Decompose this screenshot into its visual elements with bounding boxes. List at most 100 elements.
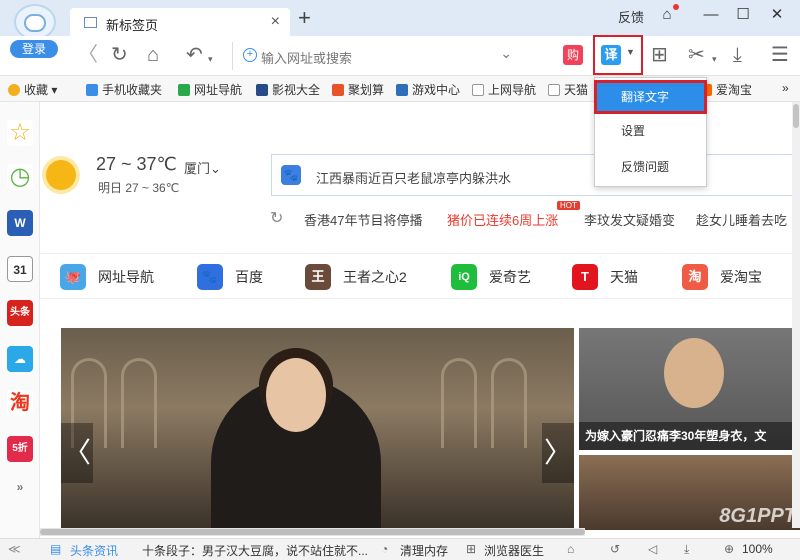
notification-dot: [673, 4, 679, 10]
clear-memory-button[interactable]: 清理内存: [400, 542, 448, 559]
headline-text[interactable]: 十条段子：男子汉大豆腐，说不站住就不...: [142, 542, 368, 559]
status-bar: ≪ ▤ 头条资讯 十条段子：男子汉大豆腐，说不站住就不... ◔ 清理内存 ⊞ …: [0, 538, 800, 560]
undo-dropdown-icon[interactable]: ▾: [208, 48, 213, 70]
news-item[interactable]: 趁女儿睡着去吃: [696, 210, 787, 229]
logo-face-icon: [24, 14, 46, 32]
mobile-icon: [86, 84, 98, 96]
browser-logo: [14, 4, 56, 40]
menu-item-settings[interactable]: 设置: [595, 116, 706, 146]
volume-icon[interactable]: ◁: [648, 542, 657, 556]
history-clock-icon[interactable]: ◷: [7, 164, 33, 190]
favorite-star-icon[interactable]: ☆: [7, 120, 33, 146]
discount-icon[interactable]: 5折: [7, 436, 33, 462]
bookmark-shangwang[interactable]: 上网导航: [472, 81, 536, 98]
bookmark-favorites[interactable]: 收藏 ▾: [8, 81, 57, 98]
maximize-button[interactable]: ☐: [730, 4, 756, 28]
baidu-paw-icon: 🐾: [281, 165, 301, 185]
scissors-icon[interactable]: ✂: [688, 44, 705, 66]
weather-cloud-icon[interactable]: ☁: [7, 346, 33, 372]
browser-doctor-button[interactable]: 浏览器医生: [484, 542, 544, 559]
search-hint[interactable]: 江西暴雨近百只老鼠凉亭内躲洪水: [316, 168, 511, 187]
navigation-bar: 〈 ↻ ⌂ ↶ ▾ + 输入网址或搜索 ⌄ 购 ⊞ ✂ ▾ ⤓ ☰: [0, 36, 800, 76]
bookmark-nav[interactable]: 网址导航: [178, 81, 242, 98]
bookmark-juhuasuan[interactable]: 聚划算: [332, 81, 384, 98]
octopus-icon: 🐙: [60, 264, 86, 290]
address-dropdown-icon[interactable]: ⌄: [500, 45, 512, 62]
tomorrow-forecast: 明日 27 ~ 36℃: [98, 181, 180, 195]
address-placeholder[interactable]: 输入网址或搜索: [261, 48, 352, 67]
hero-carousel-image[interactable]: 〈 〉: [61, 328, 574, 528]
bookmark-games[interactable]: 游戏中心: [396, 81, 460, 98]
side-news-caption[interactable]: 为嫁入豪门忍痛李30年塑身衣，文: [579, 422, 800, 450]
address-bar[interactable]: + 输入网址或搜索 ⌄: [232, 42, 522, 70]
download-status-icon[interactable]: ⤓: [684, 542, 689, 557]
tab-new-tab[interactable]: 新标签页 ×: [70, 8, 290, 38]
city-selector[interactable]: 厦门⌄: [184, 158, 221, 177]
minimize-button[interactable]: —: [698, 4, 724, 28]
rotate-icon[interactable]: ↺: [610, 542, 620, 556]
word-icon[interactable]: W: [7, 210, 33, 236]
sidebar-more-icon[interactable]: »: [7, 474, 33, 500]
person-face: [266, 358, 326, 432]
zoom-icon[interactable]: ⊕: [724, 542, 734, 556]
bank-icon[interactable]: ⌂: [567, 542, 574, 556]
carousel-next-button[interactable]: 〉: [542, 423, 574, 483]
collapse-icon[interactable]: ≪: [8, 542, 21, 556]
news-item-hot[interactable]: 猪价已连续6周上涨: [447, 210, 558, 229]
calendar-icon[interactable]: 31: [7, 256, 33, 282]
bookmark-mobile[interactable]: 手机收藏夹: [86, 81, 162, 98]
vertical-scrollbar[interactable]: [792, 102, 800, 528]
scissors-dropdown-icon[interactable]: ▾: [712, 48, 717, 70]
side-news-image[interactable]: 为嫁入豪门忍痛李30年塑身衣，文: [579, 328, 800, 450]
taobao-sidebar-icon[interactable]: 淘: [7, 390, 33, 416]
apps-icon[interactable]: ⊞: [651, 44, 668, 66]
scrollbar-thumb[interactable]: [793, 104, 799, 128]
tab-title: 新标签页: [106, 18, 159, 33]
background-arch: [121, 358, 157, 448]
translate-icon[interactable]: 译: [601, 45, 621, 65]
person-face: [664, 338, 724, 408]
sun-icon: [46, 160, 76, 190]
back-button[interactable]: 〈: [78, 44, 98, 66]
zoom-level[interactable]: 100%: [742, 542, 773, 556]
horizontal-scrollbar[interactable]: [40, 528, 585, 536]
bookmark-aitaobao[interactable]: 爱淘宝: [700, 81, 752, 98]
new-tab-button[interactable]: +: [298, 7, 311, 29]
translate-menu: 翻译文字 设置 反馈问题: [594, 77, 707, 187]
temperature[interactable]: 27 ~ 37℃: [96, 154, 177, 175]
translate-button[interactable]: 译 ▼: [593, 35, 643, 75]
scrollbar-thumb[interactable]: [40, 529, 585, 535]
page-icon: [548, 84, 560, 96]
bookmark-videos[interactable]: 影视大全: [256, 81, 320, 98]
download-icon[interactable]: ⤓: [733, 44, 742, 66]
background-arch: [491, 358, 527, 448]
menu-icon[interactable]: ☰: [771, 44, 789, 66]
undo-button[interactable]: ↶: [186, 44, 203, 66]
hot-badge: HOT: [557, 201, 580, 210]
shop-icon[interactable]: 购: [563, 45, 583, 65]
translate-dropdown-icon[interactable]: ▼: [626, 47, 635, 57]
news-item[interactable]: 李玟发文疑婚变: [584, 210, 675, 229]
page-icon: [472, 84, 484, 96]
toutiao-icon[interactable]: 头条: [7, 300, 33, 326]
headline-label[interactable]: 头条资讯: [70, 542, 118, 559]
tab-close-icon[interactable]: ×: [271, 13, 280, 31]
news-item[interactable]: 香港47年节目将停播: [304, 210, 422, 229]
search-box[interactable]: 🐾 江西暴雨近百只老鼠凉亭内躲洪水: [271, 154, 800, 196]
home-button[interactable]: ⌂: [147, 44, 159, 66]
side-news-image-2[interactable]: 8G1PPT: [579, 455, 800, 530]
refresh-button[interactable]: ↻: [111, 44, 128, 66]
news-refresh-icon[interactable]: ↻: [270, 208, 283, 228]
add-site-icon[interactable]: +: [243, 48, 257, 62]
menu-item-translate-text[interactable]: 翻译文字: [594, 80, 707, 114]
tmall-icon: T: [572, 264, 598, 290]
bookmarks-more-icon[interactable]: »: [782, 81, 789, 95]
bookmark-tmall[interactable]: 天猫: [548, 81, 588, 98]
close-window-button[interactable]: ✕: [764, 4, 790, 28]
feedback-link[interactable]: 反馈: [618, 7, 644, 26]
quick-links: 🐙 网址导航 🐾 百度 王 王者之心2 iQ 爱奇艺 T 天猫 淘 爱淘宝: [40, 253, 800, 299]
menu-item-feedback[interactable]: 反馈问题: [595, 152, 706, 182]
login-button[interactable]: 登录: [10, 40, 58, 58]
left-sidebar: ☆ ◷ W 31 头条 ☁ 淘 5折 »: [0, 102, 40, 538]
carousel-prev-button[interactable]: 〈: [61, 423, 93, 483]
